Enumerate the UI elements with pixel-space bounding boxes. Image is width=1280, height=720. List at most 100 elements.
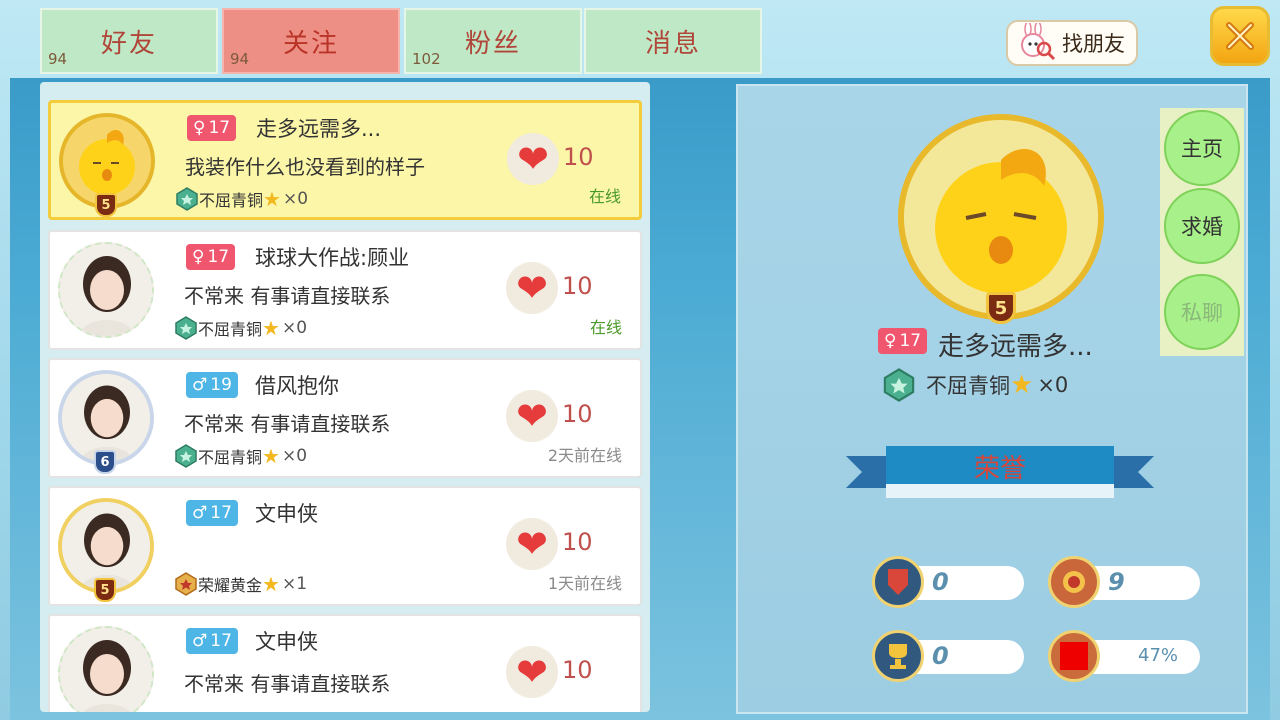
- online-status: 在线: [589, 318, 622, 337]
- friend-list[interactable]: 5 ♀ 17 走多远需多... 我装作什么也没看到的样子 不屈青铜 ★ ×0 ❤…: [40, 82, 650, 712]
- gender-age-badge: ♂ 17: [186, 628, 238, 654]
- chick-avatar-icon: [904, 120, 1098, 314]
- profile-name: 走多远需多...: [938, 332, 1093, 362]
- like-count: 10: [562, 272, 593, 300]
- gender-age-badge: ♂ 19: [186, 372, 238, 398]
- homepage-button[interactable]: 主页: [1164, 110, 1240, 186]
- heart-icon: ❤: [516, 394, 548, 438]
- bronze-rank-icon: [175, 444, 197, 468]
- avatar: [58, 242, 154, 338]
- tab-count: 94: [48, 50, 68, 68]
- find-friends-button[interactable]: 找朋友: [1006, 20, 1138, 66]
- stat-value: 0: [932, 642, 949, 670]
- action-buttons: 主页 求婚 私聊: [1160, 108, 1244, 356]
- stat-badge: 47%: [1048, 630, 1204, 682]
- friend-name: 借风抱你: [255, 374, 339, 398]
- male-icon: ♂: [192, 631, 208, 651]
- star-icon: ★: [263, 187, 281, 211]
- male-icon: ♂: [192, 375, 208, 395]
- portrait-avatar-icon: [60, 244, 152, 336]
- level-badge: 6: [94, 450, 116, 474]
- stat-medal: 9: [1048, 556, 1204, 608]
- stat-value: 9: [1108, 568, 1125, 596]
- portrait-avatar-icon: [60, 628, 152, 712]
- tab-label: 粉丝: [464, 28, 521, 59]
- gold-rank-icon: [175, 572, 197, 596]
- rank-info: 不屈青铜 ★ ×0: [882, 368, 1068, 402]
- bronze-rank-icon: [883, 368, 915, 402]
- profile-detail-panel: 5 ♀ 17 走多远需多... 不屈青铜 ★ ×0 主页 求婚 私聊 荣誉 0: [736, 84, 1248, 714]
- male-icon: ♂: [192, 503, 208, 523]
- stat-trophy: 0: [872, 630, 1028, 682]
- stat-value: 47%: [1138, 645, 1179, 666]
- avatar: [58, 626, 154, 712]
- trophy-icon: [872, 630, 924, 682]
- tab-label: 好友: [100, 28, 157, 59]
- find-friends-label: 找朋友: [1062, 32, 1125, 56]
- age-label: 17: [207, 247, 230, 267]
- female-icon: ♀: [193, 118, 206, 138]
- private-chat-button[interactable]: 私聊: [1164, 274, 1240, 350]
- stat-flag: 0: [872, 556, 1028, 608]
- friend-name: 文申侠: [255, 630, 318, 654]
- gender-age-badge: ♀ 17: [878, 328, 928, 354]
- like-count: 10: [562, 528, 593, 556]
- online-status: 2天前在线: [547, 446, 622, 465]
- bronze-rank-icon: [176, 187, 198, 211]
- star-icon: ★: [262, 316, 280, 340]
- tab-count: 94: [230, 50, 250, 68]
- tab-fans[interactable]: 粉丝 102: [404, 8, 582, 74]
- propose-button[interactable]: 求婚: [1164, 188, 1240, 264]
- rank-name: 不屈青铜: [926, 374, 1010, 398]
- rank-name: 荣耀黄金: [198, 576, 263, 595]
- heart-icon: ❤: [516, 522, 548, 566]
- tab-label: 消息: [644, 28, 701, 59]
- friend-name: 球球大作战:顾业: [255, 246, 410, 270]
- like-count: 10: [562, 656, 593, 684]
- like-button[interactable]: ❤: [506, 262, 558, 314]
- bronze-rank-icon: [175, 316, 197, 340]
- rank-info: 不屈青铜 ★ ×0: [174, 444, 307, 468]
- list-item[interactable]: 5 ♀ 17 走多远需多... 我装作什么也没看到的样子 不屈青铜 ★ ×0 ❤…: [48, 100, 642, 220]
- heart-icon: ❤: [516, 650, 548, 694]
- friend-name: 走多远需多...: [256, 117, 382, 141]
- like-button[interactable]: ❤: [506, 646, 558, 698]
- tab-following[interactable]: 关注 94: [222, 8, 400, 74]
- friend-name: 文申侠: [255, 502, 318, 526]
- rank-info: 不屈青铜 ★ ×0: [174, 316, 307, 340]
- gender-age-badge: ♀ 17: [187, 115, 237, 141]
- age-label: 17: [210, 503, 232, 523]
- friend-signature: 不常来 有事请直接联系: [184, 672, 391, 696]
- age-label: 17: [210, 631, 232, 651]
- rank-info: 不屈青铜 ★ ×0: [175, 187, 308, 211]
- star-icon: ★: [1010, 370, 1034, 400]
- list-item[interactable]: ♂ 17 文申侠 不常来 有事请直接联系 ❤ 10: [48, 614, 642, 712]
- tab-friends[interactable]: 好友 94: [40, 8, 218, 74]
- rank-name: 不屈青铜: [198, 320, 263, 339]
- age-label: 17: [208, 118, 231, 138]
- heart-icon: ❤: [517, 137, 549, 181]
- list-item[interactable]: ♀ 17 球球大作战:顾业 不常来 有事请直接联系 不屈青铜 ★ ×0 ❤ 10…: [48, 230, 642, 350]
- close-button[interactable]: [1210, 6, 1270, 66]
- star-count: ×0: [1037, 373, 1069, 397]
- chick-avatar-icon: [79, 130, 135, 195]
- rabbit-search-icon: [1021, 23, 1056, 61]
- list-item[interactable]: 5 ♂ 17 文申侠 荣耀黄金 ★ ×1 ❤ 10 1天前在线: [48, 486, 642, 606]
- star-icon: ★: [262, 444, 280, 468]
- list-item[interactable]: 6 ♂ 19 借风抱你 不常来 有事请直接联系 不屈青铜 ★ ×0 ❤ 10 2…: [48, 358, 642, 478]
- tab-messages[interactable]: 消息: [584, 8, 762, 74]
- like-button[interactable]: ❤: [507, 133, 559, 185]
- level-badge: 5: [95, 193, 117, 217]
- age-label: 19: [210, 375, 232, 395]
- flag-icon: [872, 556, 924, 608]
- like-button[interactable]: ❤: [506, 518, 558, 570]
- heart-icon: ❤: [516, 266, 548, 310]
- age-label: 17: [899, 331, 922, 351]
- tab-label: 关注: [282, 28, 339, 59]
- friend-signature: 不常来 有事请直接联系: [184, 284, 391, 308]
- like-count: 10: [562, 400, 593, 428]
- rank-name: 不屈青铜: [198, 448, 263, 467]
- like-count: 10: [563, 143, 594, 171]
- friend-signature: 不常来 有事请直接联系: [184, 412, 391, 436]
- like-button[interactable]: ❤: [506, 390, 558, 442]
